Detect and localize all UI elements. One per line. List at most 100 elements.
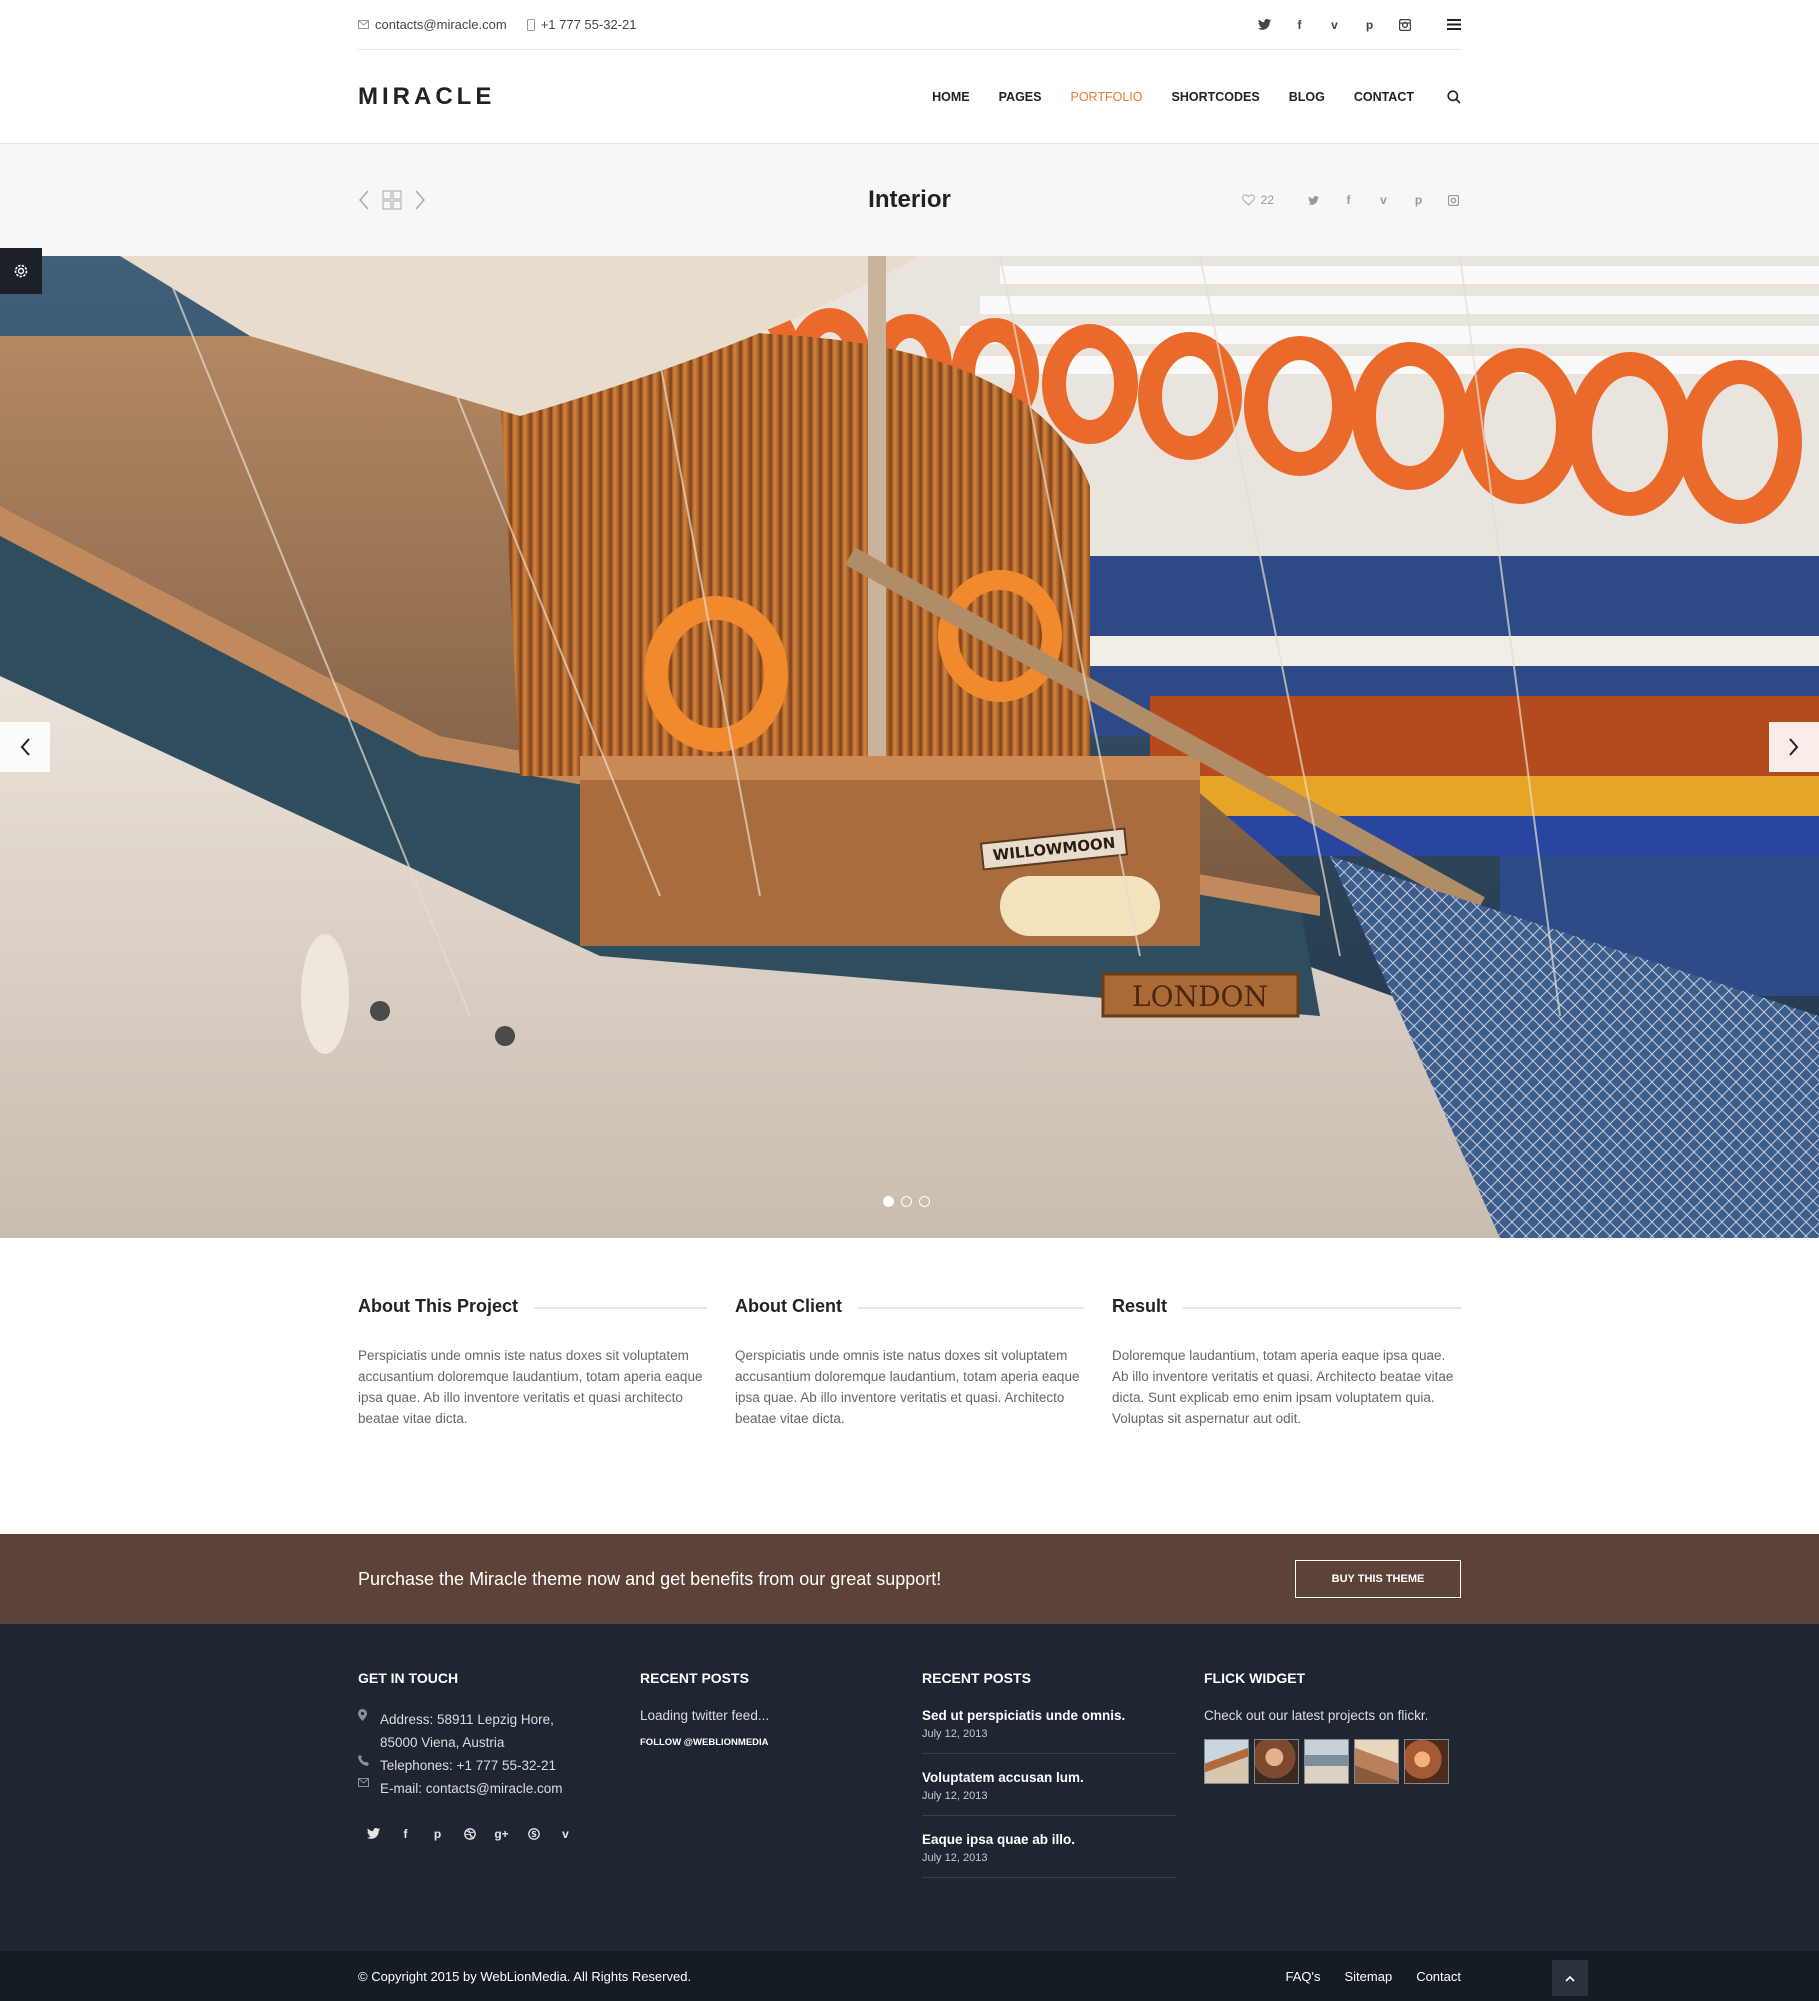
next-project-icon[interactable] bbox=[414, 190, 426, 210]
twitter-icon[interactable] bbox=[1257, 17, 1272, 32]
copyright-text: © Copyright 2015 by WebLionMedia. All Ri… bbox=[358, 1968, 692, 1984]
twitter-feed-title: RECENT POSTS bbox=[640, 1670, 749, 1686]
vimeo-icon[interactable]: v bbox=[1327, 17, 1342, 32]
pinterest-icon[interactable]: p bbox=[430, 1826, 445, 1841]
buy-theme-button[interactable]: BUY THIS THEME bbox=[1295, 1560, 1461, 1598]
facebook-icon[interactable]: f bbox=[398, 1826, 413, 1841]
share-pinterest-icon[interactable]: p bbox=[1411, 193, 1426, 208]
recent-post[interactable]: Voluptatem accusan lum. July 12, 2013 bbox=[922, 1770, 1177, 1816]
bottom-bar: © Copyright 2015 by WebLionMedia. All Ri… bbox=[0, 1951, 1819, 2001]
prev-project-icon[interactable] bbox=[358, 190, 370, 210]
flickr-thumb[interactable] bbox=[1304, 1739, 1349, 1784]
flickr-title: FLICK WIDGET bbox=[1204, 1670, 1306, 1686]
cta-text: Purchase the Miracle theme now and get b… bbox=[358, 1568, 942, 1589]
facebook-icon[interactable]: f bbox=[1292, 17, 1307, 32]
svg-text:S: S bbox=[531, 1830, 537, 1839]
top-phone-text: +1 777 55-32-21 bbox=[540, 17, 637, 32]
nav-home[interactable]: HOME bbox=[932, 90, 970, 104]
recent-post-title[interactable]: Sed ut perspiciatis unde omnis. bbox=[922, 1708, 1177, 1723]
hull-name-board: LONDON bbox=[1132, 980, 1268, 1013]
nav-pages[interactable]: PAGES bbox=[999, 90, 1042, 104]
site-logo[interactable]: MIRACLE bbox=[358, 83, 495, 111]
recent-post-title[interactable]: Eaque ipsa quae ab illo. bbox=[922, 1832, 1177, 1847]
footer-email: E-mail: contacts@miracle.com bbox=[358, 1777, 640, 1800]
main-nav: HOME PAGES PORTFOLIO SHORTCODES BLOG CON… bbox=[932, 90, 1461, 104]
about-project-title: About This Project bbox=[358, 1296, 707, 1317]
gear-icon bbox=[12, 262, 30, 280]
share-instagram-icon[interactable] bbox=[1446, 193, 1461, 208]
footer-link-sitemap[interactable]: Sitemap bbox=[1344, 1969, 1392, 1984]
project-slider[interactable]: WILLOWMOON LONDON bbox=[0, 256, 1819, 1238]
settings-panel-toggle[interactable] bbox=[0, 248, 42, 294]
recent-post-date: July 12, 2013 bbox=[922, 1790, 988, 1802]
recent-posts-title: RECENT POSTS bbox=[922, 1670, 1031, 1686]
search-icon[interactable] bbox=[1447, 89, 1461, 104]
envelope-icon bbox=[358, 20, 369, 29]
follow-twitter-link[interactable]: FOLLOW @WEBLIONMEDIA bbox=[640, 1737, 922, 1748]
top-email[interactable]: contacts@miracle.com bbox=[358, 17, 507, 32]
project-share: 22 f v p bbox=[1241, 193, 1461, 208]
title-band: Interior 22 f v p bbox=[0, 144, 1819, 256]
slider-next-button[interactable] bbox=[1769, 722, 1819, 772]
footer-telephone: Telephones: +1 777 55-32-21 bbox=[358, 1754, 640, 1777]
footer-link-faqs[interactable]: FAQ's bbox=[1285, 1969, 1320, 1984]
hamburger-menu-icon[interactable] bbox=[1446, 17, 1461, 32]
share-facebook-icon[interactable]: f bbox=[1341, 193, 1356, 208]
nav-portfolio[interactable]: PORTFOLIO bbox=[1070, 90, 1142, 104]
project-details: About This Project Perspiciatis unde omn… bbox=[358, 1296, 1461, 1429]
vimeo-icon[interactable]: v bbox=[558, 1826, 573, 1841]
about-project: About This Project Perspiciatis unde omn… bbox=[358, 1296, 707, 1429]
flickr-thumb[interactable] bbox=[1204, 1739, 1249, 1784]
footer: GET IN TOUCH Address: 58911 Lepzig Hore,… bbox=[0, 1624, 1819, 1951]
footer-get-in-touch: GET IN TOUCH Address: 58911 Lepzig Hore,… bbox=[358, 1670, 640, 1894]
flickr-thumb[interactable] bbox=[1254, 1739, 1299, 1784]
recent-post[interactable]: Eaque ipsa quae ab illo. July 12, 2013 bbox=[922, 1832, 1177, 1878]
cta-band: Purchase the Miracle theme now and get b… bbox=[0, 1534, 1819, 1624]
bottom-links: FAQ's Sitemap Contact bbox=[1285, 1969, 1461, 1984]
flickr-thumb[interactable] bbox=[1354, 1739, 1399, 1784]
flickr-thumb[interactable] bbox=[1404, 1739, 1449, 1784]
footer-link-contact[interactable]: Contact bbox=[1416, 1969, 1461, 1984]
top-contact: contacts@miracle.com +1 777 55-32-21 bbox=[358, 17, 636, 32]
instagram-icon[interactable] bbox=[1397, 17, 1412, 32]
dribbble-icon[interactable] bbox=[462, 1826, 477, 1841]
nav-blog[interactable]: BLOG bbox=[1289, 90, 1325, 104]
like-counter[interactable]: 22 bbox=[1241, 193, 1274, 207]
back-to-top-button[interactable] bbox=[1552, 1960, 1588, 1996]
nav-contact[interactable]: CONTACT bbox=[1354, 90, 1414, 104]
pinterest-icon[interactable]: p bbox=[1362, 17, 1377, 32]
grid-view-icon[interactable] bbox=[382, 190, 402, 210]
telephone-text: Telephones: +1 777 55-32-21 bbox=[380, 1758, 557, 1773]
recent-post-date: July 12, 2013 bbox=[922, 1728, 988, 1740]
twitter-icon[interactable] bbox=[366, 1826, 381, 1841]
footer-address: Address: 58911 Lepzig Hore, 85000 Viena, … bbox=[358, 1708, 640, 1754]
about-client-text: Qerspiciatis unde omnis iste natus doxes… bbox=[735, 1348, 1080, 1426]
address-line-1: Address: 58911 Lepzig Hore, bbox=[380, 1712, 554, 1727]
share-twitter-icon[interactable] bbox=[1306, 193, 1321, 208]
recent-post-title[interactable]: Voluptatem accusan lum. bbox=[922, 1770, 1177, 1785]
slider-dot-2[interactable] bbox=[901, 1196, 912, 1207]
project-navigation bbox=[358, 190, 426, 210]
recent-post[interactable]: Sed ut perspiciatis unde omnis. July 12,… bbox=[922, 1708, 1177, 1754]
footer-flickr: FLICK WIDGET Check out our latest projec… bbox=[1204, 1670, 1461, 1894]
share-vimeo-icon[interactable]: v bbox=[1376, 193, 1391, 208]
likes-count: 22 bbox=[1260, 193, 1274, 207]
nav-shortcodes[interactable]: SHORTCODES bbox=[1172, 90, 1260, 104]
footer-social: f p g+ S v bbox=[358, 1826, 640, 1841]
about-project-text: Perspiciatis unde omnis iste natus doxes… bbox=[358, 1348, 703, 1426]
slider-dot-1[interactable] bbox=[883, 1196, 894, 1207]
flickr-text: Check out our latest projects on flickr. bbox=[1204, 1708, 1429, 1723]
google-plus-icon[interactable]: g+ bbox=[494, 1826, 509, 1841]
result-text: Doloremque laudantium, totam aperia eaqu… bbox=[1112, 1348, 1454, 1426]
skype-icon[interactable]: S bbox=[526, 1826, 541, 1841]
slider-prev-button[interactable] bbox=[0, 722, 50, 772]
map-pin-icon bbox=[358, 1708, 370, 1754]
flickr-thumbnails bbox=[1204, 1739, 1461, 1784]
footer-recent-posts: RECENT POSTS Sed ut perspiciatis unde om… bbox=[922, 1670, 1204, 1894]
boat-photo: WILLOWMOON LONDON bbox=[0, 256, 1819, 1238]
slider-dot-3[interactable] bbox=[919, 1196, 930, 1207]
email-text[interactable]: E-mail: contacts@miracle.com bbox=[380, 1777, 563, 1800]
top-bar: contacts@miracle.com +1 777 55-32-21 f v… bbox=[358, 0, 1461, 50]
top-phone: +1 777 55-32-21 bbox=[526, 17, 637, 32]
footer-twitter-feed: RECENT POSTS Loading twitter feed... FOL… bbox=[640, 1670, 922, 1894]
